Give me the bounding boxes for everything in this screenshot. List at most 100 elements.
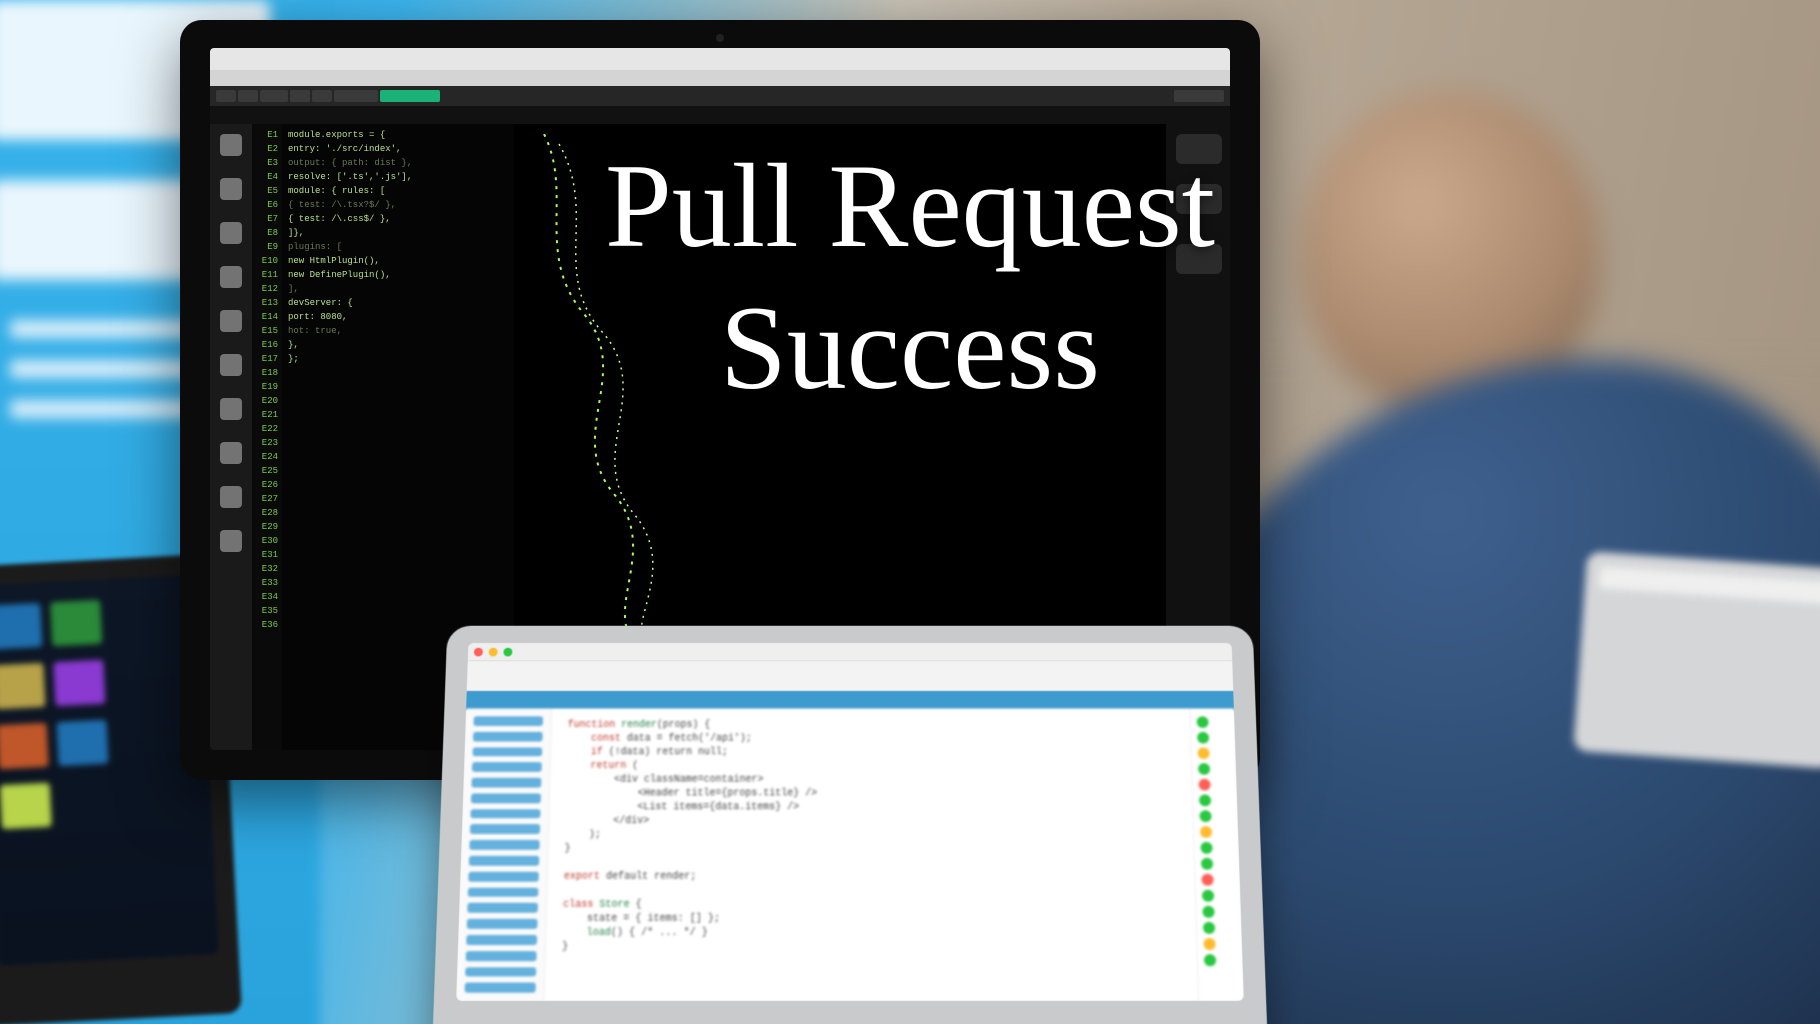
line-number: E22: [252, 422, 282, 436]
run-button[interactable]: [380, 90, 440, 102]
sidebar-item[interactable]: [472, 762, 542, 772]
code-line: return (: [566, 759, 1175, 773]
sidebar-item[interactable]: [466, 951, 537, 961]
status-dot: [1203, 938, 1215, 950]
code-line: load() { /* ... */ }: [562, 926, 1180, 940]
code-line: new DefinePlugin(),: [288, 268, 508, 282]
sidebar-item[interactable]: [467, 919, 538, 929]
code-line: [288, 408, 508, 422]
code-line: [288, 394, 508, 408]
extensions-icon[interactable]: [220, 310, 242, 332]
code-line: function render(props) {: [567, 718, 1174, 732]
line-number: E7: [252, 212, 282, 226]
traffic-light-minimize[interactable]: [489, 647, 498, 656]
code-line: { test: /\.tsx?$/ },: [288, 198, 508, 212]
status-dot: [1197, 732, 1209, 744]
code-line: [563, 884, 1179, 898]
toolbar-button[interactable]: [216, 90, 236, 102]
line-number: E2: [252, 142, 282, 156]
line-number: E32: [252, 562, 282, 576]
code-line: [288, 534, 508, 548]
bg-tile: [53, 660, 105, 707]
code-line: export default render;: [564, 870, 1179, 884]
status-dot: [1204, 954, 1217, 966]
line-number: E19: [252, 380, 282, 394]
search-icon[interactable]: [220, 178, 242, 200]
line-number: E17: [252, 352, 282, 366]
line-number: E15: [252, 324, 282, 338]
status-dot: [1201, 874, 1213, 886]
status-dot: [1202, 906, 1214, 918]
line-number: E12: [252, 282, 282, 296]
line-number: E34: [252, 590, 282, 604]
code-line: state = { items: [] };: [563, 912, 1180, 926]
code-line: const data = fetch('/api');: [567, 732, 1174, 746]
panel-widget[interactable]: [1176, 184, 1222, 214]
panel-widget[interactable]: [1176, 134, 1222, 164]
sidebar-item[interactable]: [466, 935, 537, 945]
sidebar-item[interactable]: [469, 856, 539, 866]
bg-tile: [56, 720, 108, 767]
toolbar-button[interactable]: [334, 90, 378, 102]
code-line: new HtmlPlugin(),: [288, 254, 508, 268]
ide-titlebar: [210, 48, 1230, 70]
sidebar-item[interactable]: [471, 778, 541, 788]
sidebar-item[interactable]: [468, 872, 539, 882]
code-line: { test: /\.css$/ },: [288, 212, 508, 226]
sidebar-item[interactable]: [470, 809, 540, 819]
code-line: [288, 590, 508, 604]
toolbar-button[interactable]: [1174, 90, 1224, 102]
panel-widget[interactable]: [1176, 244, 1222, 274]
ide-menubar: [210, 70, 1230, 86]
files-icon[interactable]: [220, 134, 242, 156]
traffic-light-close[interactable]: [474, 647, 483, 656]
code-line: module.exports = {: [288, 128, 508, 142]
code-line: [288, 604, 508, 618]
line-number: E23: [252, 436, 282, 450]
toolbar-button[interactable]: [238, 90, 258, 102]
toolbar-button[interactable]: [260, 90, 288, 102]
settings-icon[interactable]: [220, 486, 242, 508]
sidebar-item[interactable]: [465, 983, 536, 993]
code-line: [288, 562, 508, 576]
webpage-code[interactable]: function render(props) { const data = fe…: [544, 709, 1198, 1001]
bg-tile: [0, 723, 49, 770]
line-number: E6: [252, 198, 282, 212]
line-number: E8: [252, 226, 282, 240]
traffic-light-zoom[interactable]: [503, 647, 512, 656]
webpage-status-gutter: [1189, 709, 1243, 1001]
debug-icon[interactable]: [220, 266, 242, 288]
code-line: </div>: [565, 814, 1177, 828]
database-icon[interactable]: [220, 354, 242, 376]
sidebar-item[interactable]: [470, 825, 540, 835]
line-number: E14: [252, 310, 282, 324]
terminal-icon[interactable]: [220, 398, 242, 420]
toolbar-button[interactable]: [290, 90, 310, 102]
sidebar-item[interactable]: [465, 967, 536, 977]
scm-icon[interactable]: [220, 222, 242, 244]
code-line: module: { rules: [: [288, 184, 508, 198]
sidebar-item[interactable]: [467, 903, 538, 913]
sidebar-item[interactable]: [473, 732, 543, 742]
sidebar-item[interactable]: [472, 747, 542, 757]
docker-icon[interactable]: [220, 442, 242, 464]
line-number: E13: [252, 296, 282, 310]
code-line: ]},: [288, 226, 508, 240]
webpage: function render(props) { const data = fe…: [456, 709, 1244, 1001]
ide-toolbar: [210, 86, 1230, 106]
sidebar-item[interactable]: [469, 840, 539, 850]
code-line: devServer: {: [288, 296, 508, 310]
sidebar-item[interactable]: [473, 716, 543, 726]
toolbar-button[interactable]: [312, 90, 332, 102]
status-dot: [1197, 747, 1209, 759]
foreground-laptop: function render(props) { const data = fe…: [432, 626, 1267, 1024]
code-line: hot: true,: [288, 324, 508, 338]
code-line: [288, 450, 508, 464]
laptop-screen: function render(props) { const data = fe…: [456, 643, 1244, 1001]
webcam-dot: [716, 34, 724, 42]
account-icon[interactable]: [220, 530, 242, 552]
code-line: [288, 366, 508, 380]
line-number: E27: [252, 492, 282, 506]
sidebar-item[interactable]: [471, 793, 541, 803]
sidebar-item[interactable]: [468, 887, 539, 897]
